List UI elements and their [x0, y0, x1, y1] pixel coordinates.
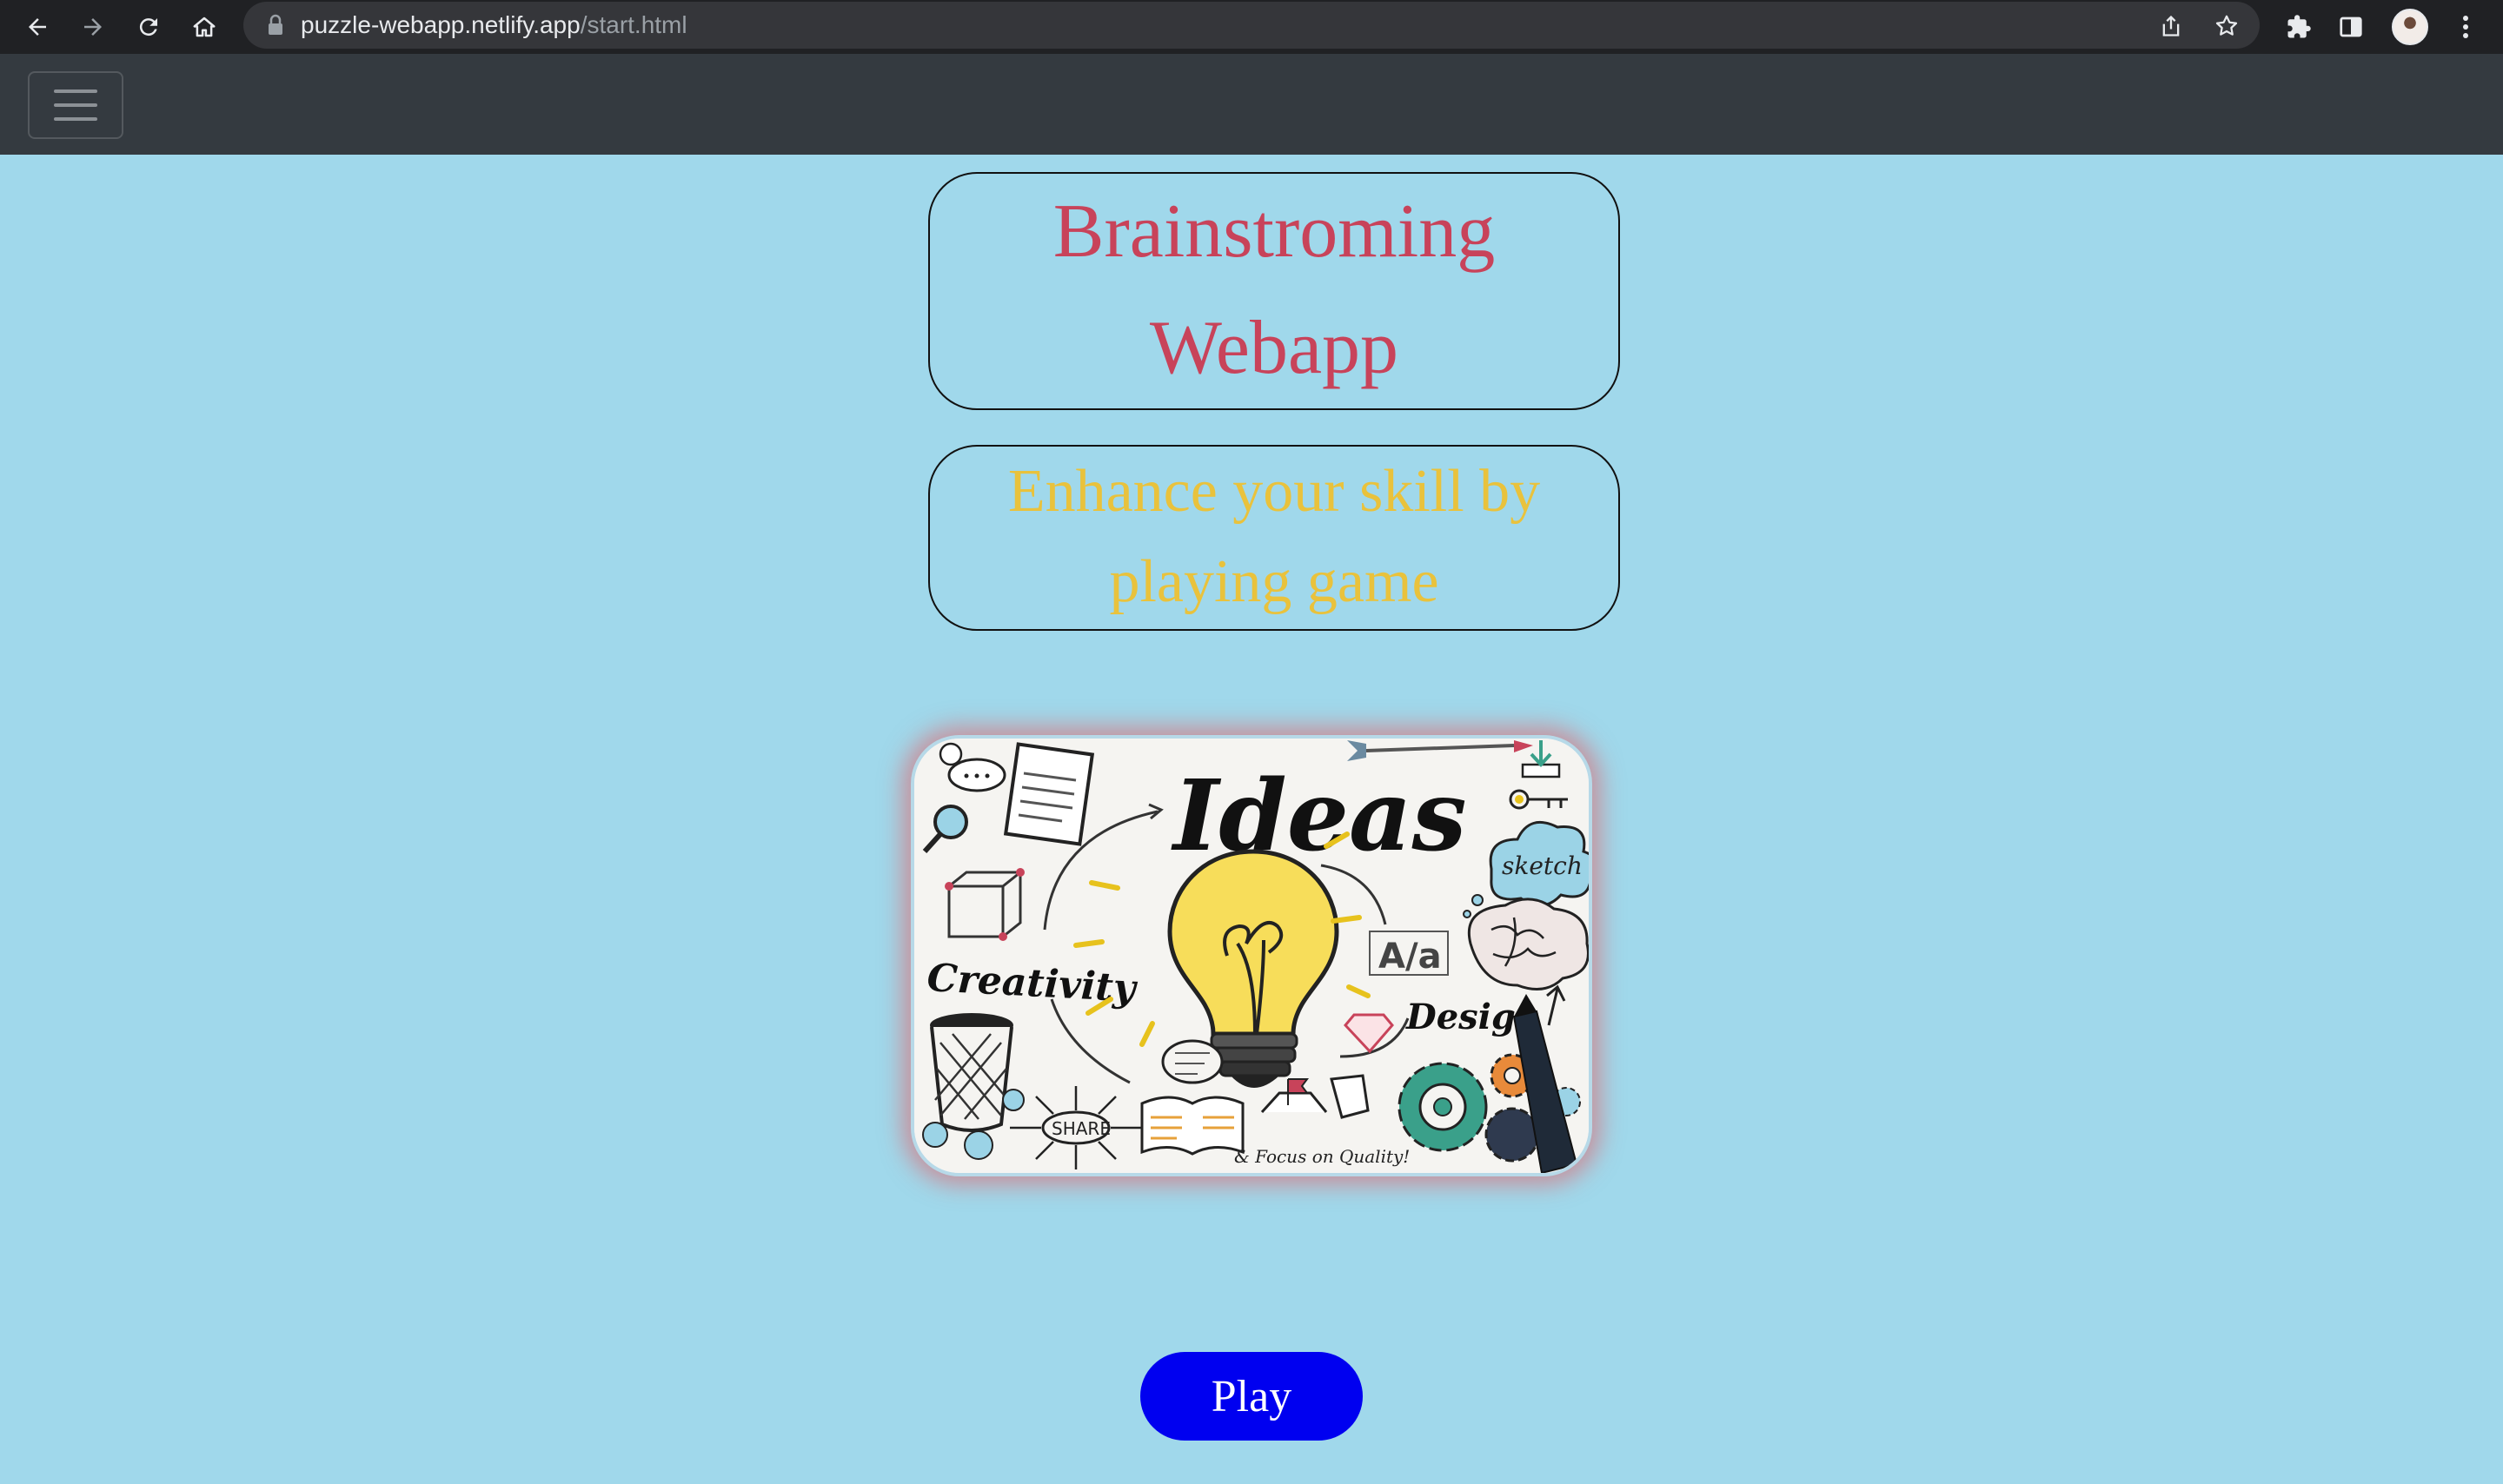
trash-can-icon [930, 1013, 1013, 1132]
subtitle-box: Enhance your skill by playing game [928, 445, 1620, 631]
lock-icon[interactable] [266, 14, 285, 41]
subtitle-line1: Enhance your skill by [1007, 458, 1541, 525]
notepad-icon [1003, 742, 1095, 846]
open-book-icon [1140, 1096, 1245, 1156]
url-text[interactable]: puzzle-webapp.netlify.app/start.html [301, 2, 687, 49]
gear-icon [1398, 1062, 1488, 1152]
reload-icon[interactable] [127, 5, 170, 49]
back-icon[interactable] [16, 5, 59, 49]
play-button[interactable]: Play [1140, 1352, 1363, 1441]
home-icon[interactable] [183, 5, 226, 49]
side-panel-icon[interactable] [2329, 5, 2373, 49]
address-bar[interactable]: puzzle-webapp.netlify.app/start.html [243, 2, 2260, 49]
share-label: SHARE [1052, 1118, 1111, 1139]
focus-quality-label: & Focus on Quality! [1234, 1146, 1410, 1167]
title-box: Brainstroming Webapp [928, 172, 1620, 410]
hamburger-bar [54, 89, 97, 93]
hamburger-bar [54, 103, 97, 107]
page-title-line2: Webapp [1149, 306, 1399, 390]
font-icon: A/a [1378, 937, 1442, 977]
url-domain: puzzle-webapp.netlify.app [301, 11, 581, 38]
bookmark-star-icon[interactable] [2208, 7, 2246, 45]
extensions-icon[interactable] [2277, 5, 2320, 49]
ideas-illustration: Ideas Creativity sketch A/a Design SHARE… [911, 735, 1592, 1176]
message-icon [1161, 1039, 1224, 1084]
browser-toolbar: puzzle-webapp.netlify.app/start.html [0, 0, 2503, 54]
url-path: /start.html [580, 11, 687, 38]
forward-icon[interactable] [71, 5, 115, 49]
subtitle-line2: playing game [1109, 548, 1439, 615]
profile-avatar[interactable] [2388, 5, 2432, 49]
hamburger-bar [54, 117, 97, 121]
sketch-label: sketch [1502, 851, 1583, 880]
more-menu-icon[interactable] [2444, 5, 2487, 49]
site-navbar [0, 54, 2503, 155]
ideas-heading: Ideas [1171, 759, 1467, 873]
hamburger-icon[interactable] [28, 71, 123, 139]
share-icon[interactable] [2152, 7, 2190, 45]
page-title-line1: Brainstroming [1052, 189, 1496, 274]
